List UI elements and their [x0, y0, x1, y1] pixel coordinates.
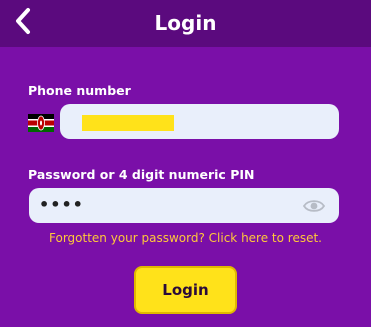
- eye-icon[interactable]: [303, 198, 325, 214]
- kenya-flag-icon[interactable]: [28, 114, 54, 132]
- redacted-phone-value: [82, 115, 174, 131]
- password-input[interactable]: ••••: [29, 188, 339, 223]
- password-label: Password or 4 digit numeric PIN: [28, 167, 255, 182]
- phone-number-label: Phone number: [28, 83, 131, 98]
- password-masked-value: ••••: [39, 195, 84, 214]
- forgot-password-link[interactable]: Forgotten your password? Click here to r…: [0, 231, 371, 245]
- phone-number-input[interactable]: [60, 104, 339, 139]
- header-bar: Login: [0, 0, 371, 47]
- login-button[interactable]: Login: [134, 266, 237, 314]
- page-title: Login: [154, 11, 217, 35]
